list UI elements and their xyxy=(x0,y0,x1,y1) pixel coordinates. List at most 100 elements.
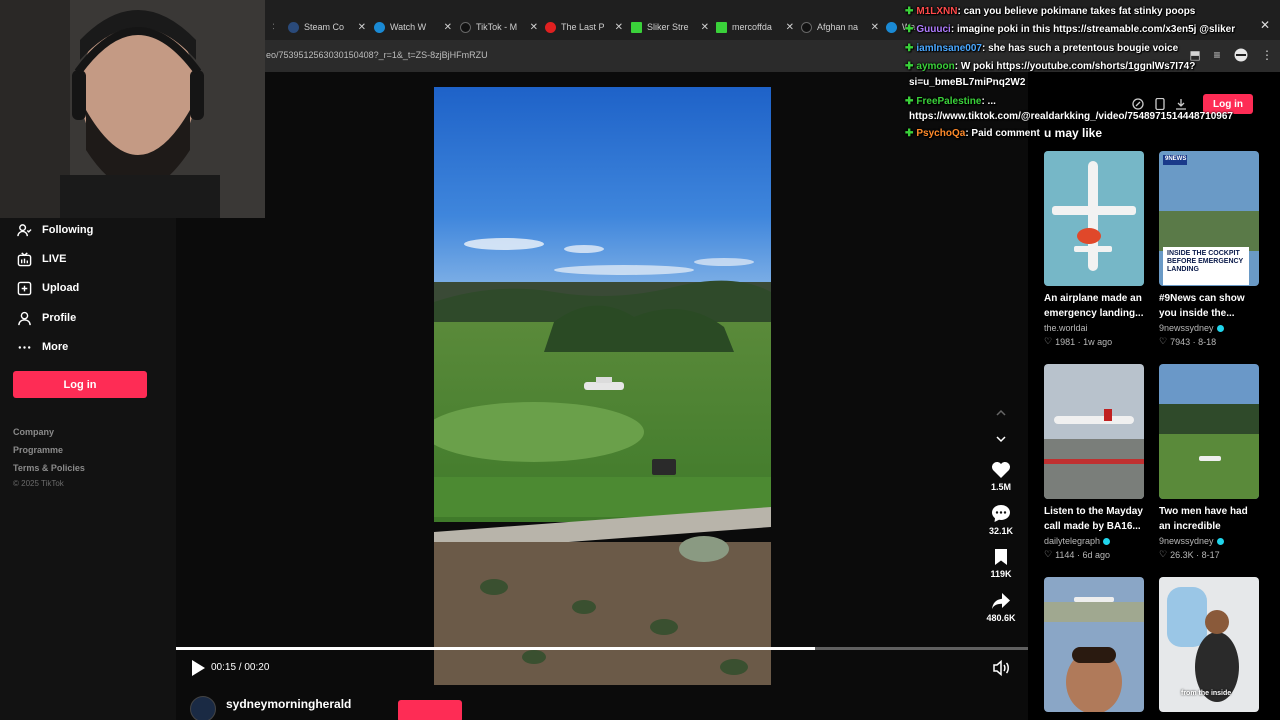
heart-outline-icon: ♡ xyxy=(1159,549,1168,559)
close-icon[interactable]: ✕ xyxy=(701,22,709,33)
kick-icon xyxy=(716,21,727,33)
watch-icon xyxy=(886,21,897,33)
footer-link-company[interactable]: Company xyxy=(13,427,54,437)
progress-fill xyxy=(176,647,815,650)
streamer-webcam xyxy=(0,0,265,218)
footer-link-programme[interactable]: Programme xyxy=(13,445,63,455)
follow-button[interactable] xyxy=(398,700,462,720)
close-icon[interactable]: ✕ xyxy=(530,22,538,33)
browser-tab[interactable]: Steam Co ✕ xyxy=(288,16,366,38)
upload-icon xyxy=(16,280,32,296)
close-icon[interactable]: ✕ xyxy=(444,22,452,33)
suggested-video-card[interactable]: An airplane made an emergency landing...… xyxy=(1044,151,1144,347)
suggested-video-card[interactable]: Listen to the Mayday call made by BA16..… xyxy=(1044,364,1144,560)
youtube-icon xyxy=(545,21,556,33)
video-thumbnail[interactable] xyxy=(1044,151,1144,286)
footer-link-terms[interactable]: Terms & Policies xyxy=(13,463,85,473)
comment-button[interactable]: 32.1K xyxy=(983,504,1019,536)
watch-icon xyxy=(374,21,385,33)
share-count: 480.6K xyxy=(986,613,1016,623)
badge-icon: ✚ xyxy=(905,96,914,107)
sidebar-item-live[interactable]: LIVE xyxy=(16,251,66,267)
author-avatar[interactable] xyxy=(190,696,216,720)
more-icon xyxy=(16,339,32,355)
like-count: 1.5M xyxy=(990,482,1011,492)
suggested-video-card[interactable]: Two men have had an incredible escap... … xyxy=(1159,364,1259,560)
window-close-icon[interactable]: ✕ xyxy=(1260,18,1270,32)
card-author[interactable]: 9newssydney xyxy=(1159,323,1259,333)
card-stats: ♡ 7943 · 8-18 xyxy=(1159,336,1217,347)
tab-close-partial[interactable]: ✕ xyxy=(266,16,274,38)
steam-icon xyxy=(288,21,299,33)
card-author[interactable]: 9newssydney xyxy=(1159,536,1259,546)
profile-icon xyxy=(16,310,32,326)
card-author[interactable]: the.worldai xyxy=(1044,323,1144,333)
video-thumbnail[interactable]: from the inside xyxy=(1159,577,1259,712)
badge-icon: ✚ xyxy=(905,61,914,72)
browser-tab[interactable]: Afghan na ✕ xyxy=(801,16,879,38)
bookmark-icon xyxy=(995,549,1007,565)
suggested-video-card[interactable] xyxy=(1044,577,1144,712)
card-author[interactable]: dailytelegraph xyxy=(1044,536,1144,546)
browser-tab[interactable]: TikTok - M ✕ xyxy=(460,16,538,38)
url-text[interactable]: eo/7539512563030150408?_r=1&_t=ZS-8zjBjH… xyxy=(266,50,488,60)
chat-message: ✚ aymoon: W poki https://youtube.com/shor… xyxy=(905,61,1196,72)
badge-icon: ✚ xyxy=(905,43,914,54)
heart-outline-icon: ♡ xyxy=(1159,336,1168,346)
video-thumbnail[interactable] xyxy=(1159,364,1259,499)
menu-icon[interactable]: ⋮ xyxy=(1260,48,1274,62)
profile-avatar-icon[interactable] xyxy=(1234,48,1248,62)
close-icon[interactable]: ✕ xyxy=(871,22,879,33)
suggested-video-card[interactable]: from the inside xyxy=(1159,577,1259,712)
play-icon xyxy=(192,660,205,676)
heart-outline-icon: ♡ xyxy=(1044,549,1053,559)
next-video-icon[interactable] xyxy=(994,432,1008,446)
video-thumbnail[interactable] xyxy=(1044,577,1144,712)
chat-message: ✚ iamInsane007: she has such a pretentous… xyxy=(905,43,1179,54)
queue-icon[interactable]: ≡ xyxy=(1210,48,1224,62)
comment-count: 32.1K xyxy=(988,526,1014,536)
author-name[interactable]: sydneymorningherald xyxy=(226,697,351,711)
volume-button[interactable] xyxy=(992,659,1010,677)
card-title[interactable]: #9News can show you inside the... xyxy=(1159,291,1259,321)
video-thumbnail[interactable] xyxy=(1044,364,1144,499)
thumbnail-caption: INSIDE THE COCKPIT BEFORE EMERGENCY LAND… xyxy=(1167,250,1244,273)
save-button[interactable]: 119K xyxy=(983,548,1019,579)
browser-tab[interactable]: Watch W ✕ xyxy=(374,16,452,38)
chat-message-continuation: si=u_bmeBL7miPnq2W2 xyxy=(909,77,1026,88)
progress-bar[interactable] xyxy=(176,647,1028,650)
suggested-video-card[interactable]: 9NEWS INSIDE THE COCKPIT BEFORE EMERGENC… xyxy=(1159,151,1259,347)
streamer-photo xyxy=(0,0,265,218)
chat-message: ✚ PsychoQa: Paid comment xyxy=(905,128,1040,139)
share-icon xyxy=(992,593,1010,609)
tiktok-icon xyxy=(460,21,471,33)
sidebar-item-following[interactable]: Following xyxy=(16,222,93,238)
sidebar-item-upload[interactable]: Upload xyxy=(16,280,79,296)
previous-video-icon[interactable] xyxy=(994,406,1008,420)
like-button[interactable]: 1.5M xyxy=(983,461,1019,492)
card-title[interactable]: Listen to the Mayday call made by BA16..… xyxy=(1044,504,1144,534)
close-icon[interactable]: ✕ xyxy=(358,22,366,33)
close-icon[interactable]: ✕ xyxy=(615,22,623,33)
screen: ✕ Steam Co ✕ Watch W ✕ TikTok - M ✕ The … xyxy=(0,0,1280,720)
golf-course-scene xyxy=(434,87,771,685)
tiktok-icon xyxy=(801,21,812,33)
card-title[interactable]: An airplane made an emergency landing... xyxy=(1044,291,1144,321)
card-title[interactable]: Two men have had an incredible escap... xyxy=(1159,504,1259,534)
share-button[interactable]: 480.6K xyxy=(983,592,1019,623)
verified-icon xyxy=(1216,537,1224,545)
sidebar-item-more[interactable]: More xyxy=(16,339,68,355)
live-icon xyxy=(16,251,32,267)
video-frame[interactable] xyxy=(434,87,771,685)
video-thumbnail[interactable]: 9NEWS INSIDE THE COCKPIT BEFORE EMERGENC… xyxy=(1159,151,1259,286)
sidebar-item-profile[interactable]: Profile xyxy=(16,310,76,326)
sidebar-login-button[interactable]: Log in xyxy=(13,371,147,398)
browser-tab[interactable]: Sliker Stre ✕ xyxy=(631,16,709,38)
close-icon[interactable]: ✕ xyxy=(272,22,274,33)
card-stats: ♡ 1144 · 6d ago xyxy=(1044,549,1110,560)
play-button[interactable] xyxy=(190,659,206,677)
browser-tab[interactable]: mercoffda ✕ xyxy=(716,16,794,38)
chat-message: ✚ FreePalestine: ... xyxy=(905,96,996,107)
browser-tab[interactable]: The Last P ✕ xyxy=(545,16,623,38)
close-icon[interactable]: ✕ xyxy=(786,22,794,33)
